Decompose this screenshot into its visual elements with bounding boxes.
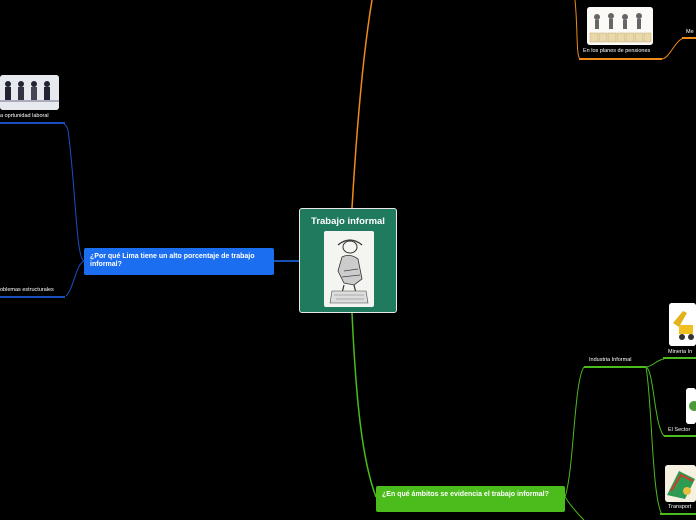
subtopic-mineria[interactable]: Mineria In <box>668 349 692 355</box>
mining-image <box>669 303 696 346</box>
subtopic-industria[interactable]: Industria Informal <box>589 357 632 363</box>
topic-ambitos[interactable]: ¿En qué ámbitos se evidencia el trabajo … <box>376 486 565 512</box>
sketch-worker-icon <box>324 231 374 307</box>
subtopic-oportunidad[interactable]: a oprtunidad laboral <box>0 113 49 119</box>
green-branch-line <box>351 312 377 498</box>
subtopic-pensiones[interactable]: En los planes de pensiones <box>583 48 650 54</box>
pension-image <box>587 7 653 45</box>
transport-image <box>665 465 696 502</box>
topic-lima[interactable]: ¿Por qué Lima tiene un alto porcentaje d… <box>84 248 274 275</box>
orange-sub-line <box>574 0 581 60</box>
sector-line <box>645 366 665 437</box>
green-up-line <box>564 366 585 498</box>
blue-down-line <box>65 260 85 297</box>
job-candidates-image <box>0 75 59 110</box>
blue-up-line <box>59 122 85 262</box>
orange-branch-line <box>351 0 373 209</box>
sector-image <box>686 388 696 424</box>
transporte-line-2 <box>645 366 663 515</box>
subtopic-transporte[interactable]: Transport <box>668 504 691 510</box>
transporte-line <box>564 496 585 520</box>
subtopic-me[interactable]: Me <box>686 29 694 35</box>
subtopic-problemas[interactable]: oblemas estructurales <box>0 287 54 293</box>
central-topic[interactable]: Trabajo informal <box>299 208 397 313</box>
central-title: Trabajo informal <box>311 216 385 227</box>
mineria-line <box>645 358 665 368</box>
orange-me-line <box>661 37 685 60</box>
subtopic-sector[interactable]: El Sector <box>668 427 690 433</box>
